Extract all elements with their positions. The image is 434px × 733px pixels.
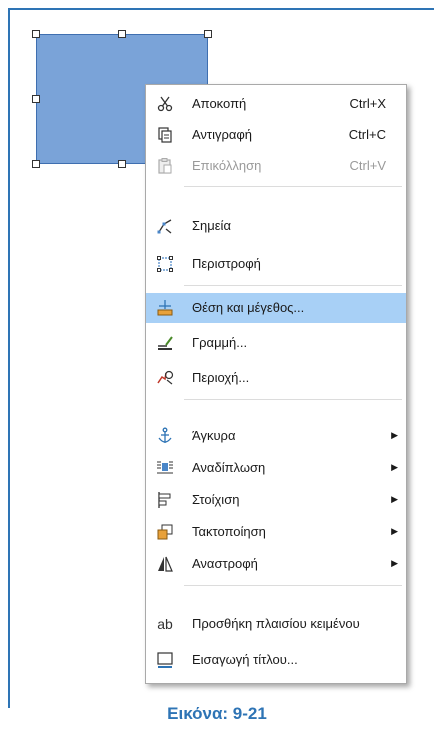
menu-item-shortcut: Ctrl+C (348, 127, 386, 142)
position-size-icon (154, 298, 176, 318)
scissors-icon (154, 94, 176, 114)
figure-caption: Εικόνα: 9-21 (167, 704, 267, 723)
resize-handle-top-center[interactable] (118, 30, 126, 38)
submenu-arrow-icon: ▶ (391, 558, 398, 568)
menu-item-label: Αντιγραφή (192, 127, 253, 142)
menu-item-copy[interactable]: Αντιγραφή Ctrl+C (146, 120, 406, 150)
menu-item-shortcut: Ctrl+V (349, 158, 386, 173)
menu-item-align[interactable]: Στοίχιση ▶ (146, 485, 406, 515)
menu-item-wrap[interactable]: Αναδίπλωση ▶ (146, 453, 406, 483)
area-icon (154, 368, 176, 388)
menu-item-area[interactable]: Περιοχή... (146, 363, 406, 393)
menu-separator (184, 399, 402, 400)
arrange-icon (154, 522, 176, 542)
submenu-arrow-icon: ▶ (391, 430, 398, 440)
wrap-icon (154, 458, 176, 478)
resize-handle-top-right[interactable] (204, 30, 212, 38)
menu-item-arrange[interactable]: Τακτοποίηση ▶ (146, 517, 406, 547)
menu-item-paste[interactable]: Επικόλληση Ctrl+V (146, 151, 406, 181)
menu-item-label: Επικόλληση (192, 158, 262, 173)
submenu-arrow-icon: ▶ (391, 526, 398, 536)
menu-item-label: Σημεία (192, 218, 231, 233)
menu-item-label: Άγκυρα (192, 428, 236, 443)
menu-item-label: Στοίχιση (192, 492, 240, 507)
anchor-icon (154, 426, 176, 446)
menu-item-label: Περιοχή... (192, 370, 250, 385)
frame-top-border (8, 8, 434, 10)
resize-handle-middle-left[interactable] (32, 95, 40, 103)
menu-item-rotate[interactable]: Περιστροφή (146, 249, 406, 279)
menu-item-points[interactable]: Σημεία (146, 211, 406, 241)
menu-item-label: Εισαγωγή τίτλου... (192, 652, 298, 667)
menu-item-label: Αναδίπλωση (192, 460, 266, 475)
submenu-arrow-icon: ▶ (391, 462, 398, 472)
menu-separator (184, 585, 402, 586)
points-icon (154, 216, 176, 236)
menu-item-label: Προσθήκη πλαισίου κειμένου (192, 616, 360, 631)
copy-icon (154, 125, 176, 145)
menu-item-insert-caption[interactable]: Εισαγωγή τίτλου... (146, 645, 406, 675)
menu-separator (184, 186, 402, 187)
text-box-icon: ab (157, 616, 173, 632)
menu-item-position-size[interactable]: Θέση και μέγεθος... (146, 293, 406, 323)
menu-item-add-text-box[interactable]: ab Προσθήκη πλαισίου κειμένου (146, 609, 406, 639)
frame-left-border (8, 8, 10, 708)
menu-item-line[interactable]: Γραμμή... (146, 328, 406, 358)
menu-item-label: Αποκοπή (192, 96, 247, 111)
flip-icon (154, 554, 176, 574)
menu-item-shortcut: Ctrl+X (349, 96, 386, 111)
menu-item-label: Αναστροφή (192, 556, 258, 571)
menu-separator (184, 285, 402, 286)
resize-handle-bottom-center[interactable] (118, 160, 126, 168)
menu-item-cut[interactable]: Αποκοπή Ctrl+X (146, 89, 406, 119)
caption-icon (154, 650, 176, 670)
menu-item-label: Γραμμή... (192, 335, 248, 350)
menu-item-flip[interactable]: Αναστροφή ▶ (146, 549, 406, 579)
resize-handle-top-left[interactable] (32, 30, 40, 38)
align-icon (154, 490, 176, 510)
line-icon (154, 333, 176, 353)
context-menu: Αποκοπή Ctrl+X Αντιγραφή Ctrl+C Επικόλλη… (145, 84, 407, 684)
menu-item-label: Περιστροφή (192, 256, 261, 271)
menu-item-label: Τακτοποίηση (192, 524, 266, 539)
resize-handle-bottom-left[interactable] (32, 160, 40, 168)
submenu-arrow-icon: ▶ (391, 494, 398, 504)
menu-item-label: Θέση και μέγεθος... (192, 300, 305, 315)
paste-icon (154, 156, 176, 176)
menu-item-anchor[interactable]: Άγκυρα ▶ (146, 421, 406, 451)
rotate-icon (154, 254, 176, 274)
